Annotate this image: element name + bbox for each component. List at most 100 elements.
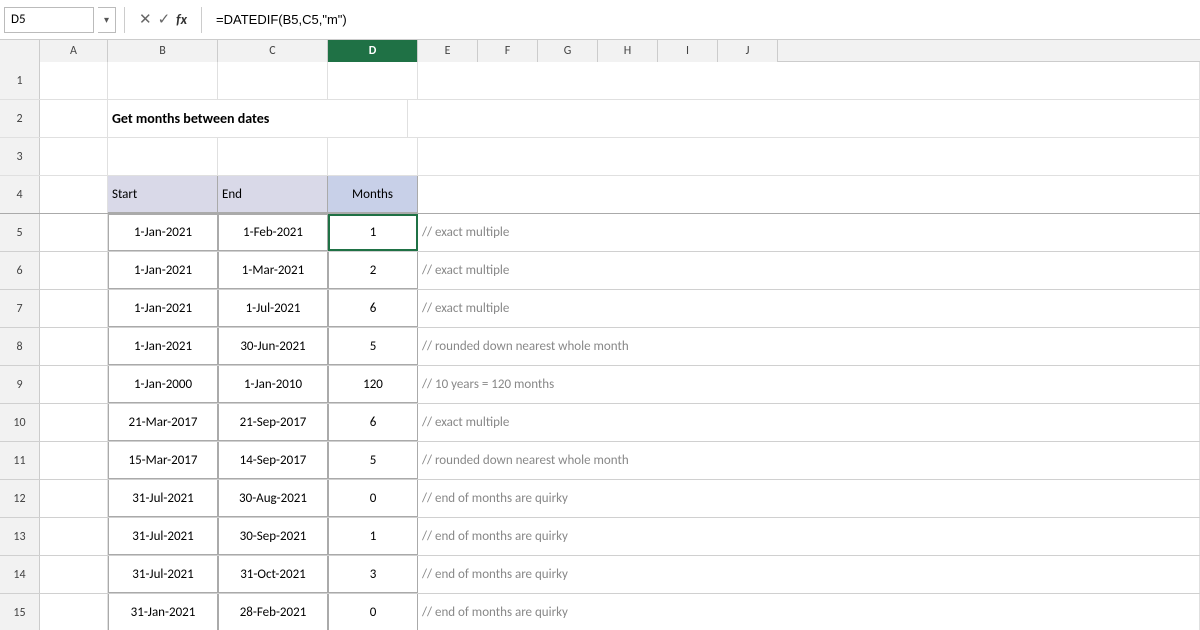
cell-b8[interactable]: 1-Jan-2021 (108, 328, 218, 365)
cell-c4[interactable]: End (218, 176, 328, 213)
row-header-7[interactable]: 7 (0, 290, 40, 327)
row-header-11[interactable]: 11 (0, 442, 40, 479)
row-header-14[interactable]: 14 (0, 556, 40, 593)
cell-d11[interactable]: 5 (328, 442, 418, 479)
cell-b6[interactable]: 1-Jan-2021 (108, 252, 218, 289)
cell-a5[interactable] (40, 214, 108, 251)
row-header-8[interactable]: 8 (0, 328, 40, 365)
row-header-2[interactable]: 2 (0, 100, 40, 137)
row-header-5[interactable]: 5 (0, 214, 40, 251)
cell-d12[interactable]: 0 (328, 480, 418, 517)
cell-d9[interactable]: 120 (328, 366, 418, 403)
cell-comment14[interactable]: // end of months are quirky (418, 556, 1200, 593)
cell-comment2[interactable] (408, 100, 1200, 137)
cancel-icon[interactable]: ✕ (139, 10, 152, 29)
cell-comment9[interactable]: // 10 years = 120 months (418, 366, 1200, 403)
cell-b14[interactable]: 31-Jul-2021 (108, 556, 218, 593)
cell-a6[interactable] (40, 252, 108, 289)
cell-c5[interactable]: 1-Feb-2021 (218, 214, 328, 251)
formula-input[interactable] (210, 7, 1196, 33)
cell-a3[interactable] (40, 138, 108, 175)
cell-comment3[interactable] (418, 138, 1200, 175)
cell-b13[interactable]: 31-Jul-2021 (108, 518, 218, 555)
col-header-h[interactable]: H (598, 40, 658, 62)
col-header-a[interactable]: A (40, 40, 108, 62)
cell-c11[interactable]: 14-Sep-2017 (218, 442, 328, 479)
cell-c3[interactable] (218, 138, 328, 175)
col-header-d[interactable]: D (328, 40, 418, 62)
cell-b11[interactable]: 15-Mar-2017 (108, 442, 218, 479)
cell-b3[interactable] (108, 138, 218, 175)
row-header-1[interactable]: 1 (0, 62, 40, 99)
cell-a13[interactable] (40, 518, 108, 555)
cell-b1[interactable] (108, 62, 218, 99)
col-header-b[interactable]: B (108, 40, 218, 62)
cell-a8[interactable] (40, 328, 108, 365)
cell-a14[interactable] (40, 556, 108, 593)
cell-a11[interactable] (40, 442, 108, 479)
cell-c7[interactable]: 1-Jul-2021 (218, 290, 328, 327)
cell-comment1[interactable] (418, 62, 1200, 99)
cell-comment10[interactable]: // exact multiple (418, 404, 1200, 441)
cell-d13[interactable]: 1 (328, 518, 418, 555)
cell-d14[interactable]: 3 (328, 556, 418, 593)
cell-c10[interactable]: 21-Sep-2017 (218, 404, 328, 441)
col-header-g[interactable]: G (538, 40, 598, 62)
cell-a15[interactable] (40, 594, 108, 630)
cell-d5[interactable]: 1 (328, 214, 418, 251)
col-header-i[interactable]: I (658, 40, 718, 62)
cell-d4[interactable]: Months (328, 176, 418, 213)
fx-icon[interactable]: fx (176, 11, 187, 28)
cell-c8[interactable]: 30-Jun-2021 (218, 328, 328, 365)
cell-a7[interactable] (40, 290, 108, 327)
row-header-12[interactable]: 12 (0, 480, 40, 517)
cell-c13[interactable]: 30-Sep-2021 (218, 518, 328, 555)
col-header-j[interactable]: J (718, 40, 778, 62)
cell-d1[interactable] (328, 62, 418, 99)
cell-a2[interactable] (40, 100, 108, 137)
cell-a1[interactable] (40, 62, 108, 99)
cell-b15[interactable]: 31-Jan-2021 (108, 594, 218, 630)
cell-a12[interactable] (40, 480, 108, 517)
cell-comment7[interactable]: // exact multiple (418, 290, 1200, 327)
cell-comment13[interactable]: // end of months are quirky (418, 518, 1200, 555)
row-header-10[interactable]: 10 (0, 404, 40, 441)
row-header-6[interactable]: 6 (0, 252, 40, 289)
cell-comment5[interactable]: // exact multiple (418, 214, 1200, 251)
row-header-3[interactable]: 3 (0, 138, 40, 175)
col-header-e[interactable]: E (418, 40, 478, 62)
col-header-c[interactable]: C (218, 40, 328, 62)
cell-comment6[interactable]: // exact multiple (418, 252, 1200, 289)
cell-c14[interactable]: 31-Oct-2021 (218, 556, 328, 593)
cell-d6[interactable]: 2 (328, 252, 418, 289)
cell-a4[interactable] (40, 176, 108, 213)
cell-b10[interactable]: 21-Mar-2017 (108, 404, 218, 441)
cell-b12[interactable]: 31-Jul-2021 (108, 480, 218, 517)
col-header-f[interactable]: F (478, 40, 538, 62)
cell-comment4[interactable] (418, 176, 1200, 213)
row-header-15[interactable]: 15 (0, 594, 40, 630)
cell-a10[interactable] (40, 404, 108, 441)
cell-b2[interactable]: Get months between dates (108, 100, 408, 137)
cell-b5[interactable]: 1-Jan-2021 (108, 214, 218, 251)
cell-c9[interactable]: 1-Jan-2010 (218, 366, 328, 403)
cell-comment15[interactable]: // end of months are quirky (418, 594, 1200, 630)
cell-c1[interactable] (218, 62, 328, 99)
cell-b4[interactable]: Start (108, 176, 218, 213)
cell-b9[interactable]: 1-Jan-2000 (108, 366, 218, 403)
cell-d7[interactable]: 6 (328, 290, 418, 327)
cell-comment11[interactable]: // rounded down nearest whole month (418, 442, 1200, 479)
cell-c15[interactable]: 28-Feb-2021 (218, 594, 328, 630)
cell-d10[interactable]: 6 (328, 404, 418, 441)
cell-b7[interactable]: 1-Jan-2021 (108, 290, 218, 327)
cell-reference-box[interactable]: D5 (4, 7, 94, 33)
cell-d8[interactable]: 5 (328, 328, 418, 365)
confirm-icon[interactable]: ✓ (158, 10, 171, 29)
row-header-13[interactable]: 13 (0, 518, 40, 555)
cell-d15[interactable]: 0 (328, 594, 418, 630)
cell-comment12[interactable]: // end of months are quirky (418, 480, 1200, 517)
cell-c6[interactable]: 1-Mar-2021 (218, 252, 328, 289)
row-header-4[interactable]: 4 (0, 176, 40, 213)
row-header-9[interactable]: 9 (0, 366, 40, 403)
cell-a9[interactable] (40, 366, 108, 403)
